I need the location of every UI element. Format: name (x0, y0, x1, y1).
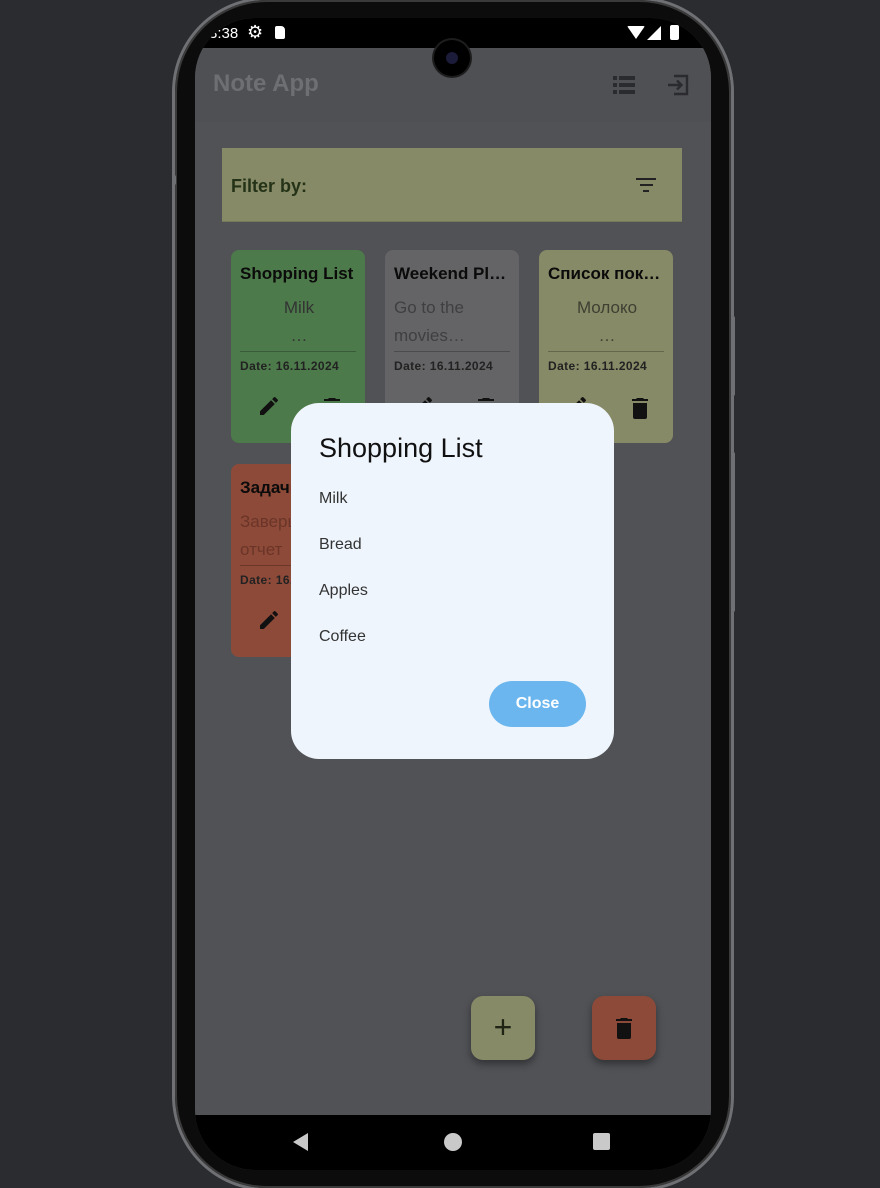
back-icon[interactable] (293, 1133, 308, 1151)
view-list-icon[interactable] (611, 72, 637, 98)
note-divider (240, 351, 356, 352)
delete-icon[interactable] (629, 396, 651, 420)
filter-label: Filter by: (231, 176, 308, 196)
status-time: 3:38 (209, 25, 239, 42)
system-nav-bar (195, 1115, 711, 1170)
note-dialog: Shopping List Milk Bread Apples Coffee C… (291, 403, 614, 759)
note-title: Shopping List (240, 264, 354, 283)
dialog-item: Apples (319, 582, 368, 599)
wifi-icon (627, 26, 645, 39)
plus-icon: + (493, 1009, 513, 1045)
volume-up-button (731, 316, 735, 396)
note-divider (548, 351, 664, 352)
note-title: Список покупок (548, 264, 666, 283)
battery-icon (670, 25, 679, 40)
note-date: Date: 16.11.2024 (394, 359, 494, 373)
edit-icon[interactable] (257, 394, 281, 418)
note-body-line: … (290, 326, 308, 345)
delete-all-button[interactable] (592, 996, 656, 1060)
delete-icon (613, 1016, 635, 1045)
note-date: Date: 16.11.2024 (240, 359, 340, 373)
sd-card-icon (275, 26, 285, 39)
note-body-line: Молоко (576, 298, 638, 317)
note-body: Молоко … (548, 294, 666, 350)
settings-icon: ⚙ (247, 22, 264, 42)
dialog-item: Bread (319, 536, 362, 553)
frame-notch-left (172, 175, 176, 185)
note-date: Date: 16.11.2024 (548, 359, 648, 373)
note-body-line: … (598, 326, 616, 345)
dialog-item: Coffee (319, 628, 366, 645)
dialog-item: Milk (319, 490, 348, 507)
signal-icon (647, 26, 661, 40)
dialog-title: Shopping List (319, 433, 483, 463)
front-camera (434, 40, 470, 76)
edit-icon[interactable] (257, 608, 281, 632)
filter-bar[interactable]: Filter by: (222, 148, 682, 222)
add-note-button[interactable]: + (471, 996, 535, 1060)
note-body: Go to the movies… (394, 298, 465, 345)
note-divider (394, 351, 510, 352)
logout-icon[interactable] (665, 72, 691, 98)
recents-icon[interactable] (593, 1133, 610, 1150)
filter-icon[interactable] (636, 178, 656, 196)
note-body: Milk … (240, 294, 358, 350)
close-button[interactable]: Close (489, 681, 586, 727)
note-title: Weekend Plans (394, 264, 512, 283)
home-icon[interactable] (444, 1133, 462, 1151)
app-title: Note App (213, 70, 319, 97)
power-button (731, 452, 735, 612)
note-body-line: Milk (283, 298, 315, 317)
